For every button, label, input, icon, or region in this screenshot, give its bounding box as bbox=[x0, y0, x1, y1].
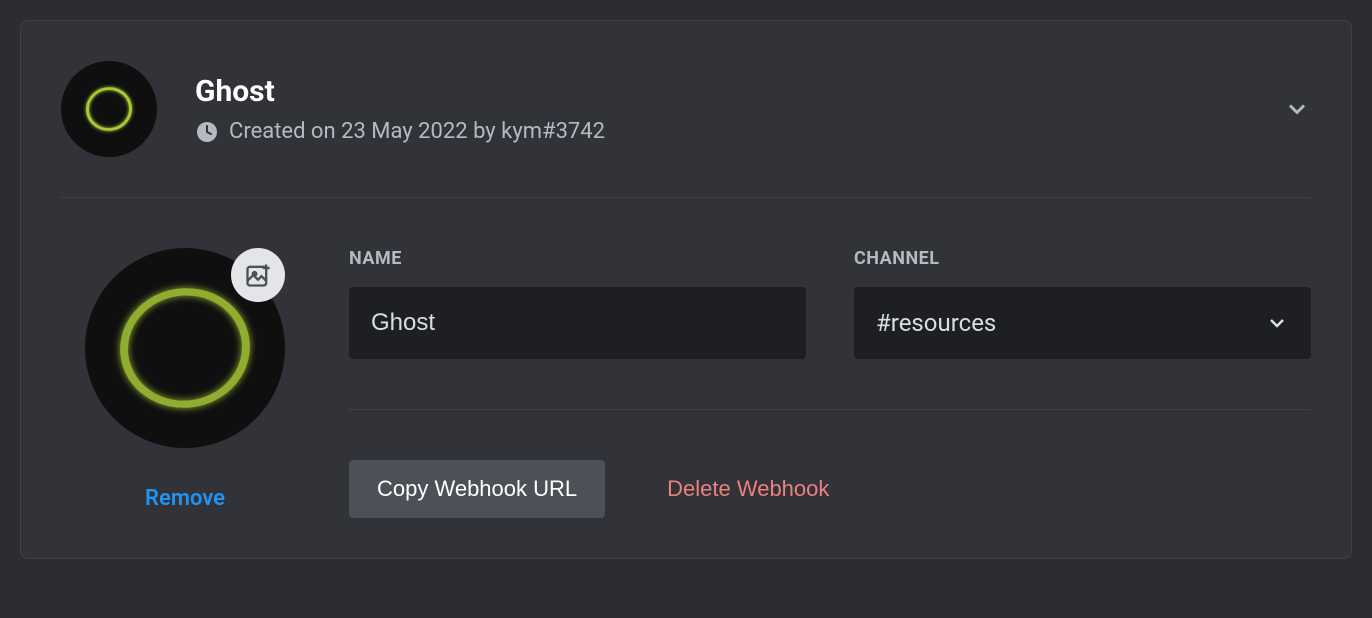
webhook-card: Ghost Created on 23 May 2022 by kym#3742 bbox=[20, 20, 1352, 559]
webhook-meta: Created on 23 May 2022 by kym#3742 bbox=[195, 119, 1283, 144]
webhook-info: Ghost Created on 23 May 2022 by kym#3742 bbox=[195, 74, 1283, 144]
webhook-title: Ghost bbox=[195, 74, 1283, 109]
webhook-header[interactable]: Ghost Created on 23 May 2022 by kym#3742 bbox=[21, 21, 1351, 197]
avatar-section: Remove bbox=[85, 248, 285, 518]
avatar-ring-icon bbox=[83, 84, 135, 134]
name-input[interactable] bbox=[349, 287, 806, 359]
delete-webhook-button[interactable]: Delete Webhook bbox=[667, 476, 829, 502]
channel-value: #resources bbox=[876, 309, 996, 337]
actions-row: Copy Webhook URL Delete Webhook bbox=[349, 460, 1311, 518]
clock-icon bbox=[195, 120, 219, 144]
divider bbox=[349, 409, 1311, 410]
name-field-group: NAME bbox=[349, 248, 806, 359]
copy-webhook-url-button[interactable]: Copy Webhook URL bbox=[349, 460, 605, 518]
upload-image-button[interactable] bbox=[231, 248, 285, 302]
webhook-meta-text: Created on 23 May 2022 by kym#3742 bbox=[229, 119, 605, 144]
chevron-down-icon bbox=[1265, 311, 1289, 335]
channel-field-group: CHANNEL #resources bbox=[854, 248, 1311, 359]
chevron-down-icon[interactable] bbox=[1283, 95, 1311, 123]
fields-row: NAME CHANNEL #resources bbox=[349, 248, 1311, 359]
name-label: NAME bbox=[349, 248, 806, 269]
webhook-body: Remove NAME CHANNEL #resources bbox=[21, 198, 1351, 558]
remove-avatar-link[interactable]: Remove bbox=[145, 486, 225, 511]
fields-section: NAME CHANNEL #resources Copy Webhook URL bbox=[349, 248, 1311, 518]
image-upload-icon bbox=[244, 261, 272, 289]
avatar-ring-icon bbox=[112, 280, 257, 417]
channel-select[interactable]: #resources bbox=[854, 287, 1311, 359]
channel-label: CHANNEL bbox=[854, 248, 1311, 269]
webhook-avatar-large[interactable] bbox=[85, 248, 285, 448]
webhook-avatar-small bbox=[61, 61, 157, 157]
